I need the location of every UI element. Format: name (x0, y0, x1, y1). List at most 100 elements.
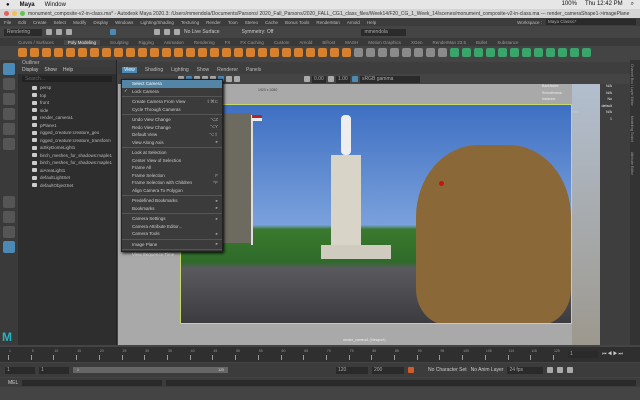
view-transform-dropdown[interactable]: sRGB gamma (360, 75, 420, 83)
shelf-tool-icon[interactable] (462, 48, 471, 57)
current-frame-field[interactable]: 1 (568, 351, 598, 358)
character-set-dropdown[interactable]: No Character Set (428, 367, 467, 373)
save-scene-icon[interactable] (66, 29, 72, 35)
user-dropdown[interactable]: mmendola (361, 28, 407, 36)
menu-windows[interactable]: Windows (115, 20, 133, 25)
shelf-tool-icon[interactable] (162, 48, 171, 57)
shelf-tool-icon[interactable] (66, 48, 75, 57)
shelf-tool-icon[interactable] (282, 48, 291, 57)
paint-select-icon[interactable] (3, 93, 15, 105)
range-slider-bar[interactable]: 1 120 (73, 367, 228, 373)
shelf-tool-icon[interactable] (294, 48, 303, 57)
menu-lightingshading[interactable]: Lighting/Shading (140, 20, 174, 25)
shelf-tab[interactable]: Motion Graphics (368, 40, 401, 45)
zoom-button[interactable] (20, 11, 25, 16)
shelf-tool-icon[interactable] (378, 48, 387, 57)
clock[interactable]: Thu 12:42 PM (585, 1, 623, 8)
modelling-toolkit-tab[interactable]: Modelling Toolkit (630, 116, 634, 142)
shelf-tool-icon[interactable] (18, 48, 27, 57)
shelf-tool-icon[interactable] (78, 48, 87, 57)
shelf-tool-icon[interactable] (498, 48, 507, 57)
shelf-tool-icon[interactable] (438, 48, 447, 57)
shelf-tool-icon[interactable] (402, 48, 411, 57)
menu-help[interactable]: Help (367, 20, 376, 25)
shelf-tool-icon[interactable] (342, 48, 351, 57)
lasso-tool-icon[interactable] (3, 78, 15, 90)
shelf-tool-icon[interactable] (186, 48, 195, 57)
outliner-item[interactable]: pPlane1 (18, 122, 116, 130)
outliner-item[interactable]: aiAreaLight1 (18, 167, 116, 175)
outliner-item[interactable]: persp (18, 84, 116, 92)
apple-icon[interactable]: ● (6, 2, 10, 8)
shelf-tool-icon[interactable] (390, 48, 399, 57)
shelf-tool-icon[interactable] (114, 48, 123, 57)
gamma-field[interactable]: 1.00 (336, 75, 350, 83)
shelf-tab[interactable]: Arnold (299, 40, 312, 45)
new-scene-icon[interactable] (46, 29, 52, 35)
battery-status[interactable]: 100% (562, 1, 577, 8)
shelf-tool-icon[interactable] (426, 48, 435, 57)
auto-key-icon[interactable] (408, 367, 414, 373)
shelf-tool-icon[interactable] (54, 48, 63, 57)
single-perspective-layout-icon[interactable] (3, 196, 15, 208)
view-menu-item[interactable]: Align Camera To Polygon (122, 187, 222, 195)
shelf-tab[interactable]: XGen (411, 40, 423, 45)
select-mode-icon[interactable] (110, 29, 116, 35)
shelf-tab[interactable]: Sculpting (110, 40, 129, 45)
menu-texturing[interactable]: Texturing (181, 20, 199, 25)
menu-stereo[interactable]: Stereo (245, 20, 258, 25)
shelf-tool-icon[interactable] (270, 48, 279, 57)
outliner-item[interactable]: rigged_creature:creature_geo (18, 129, 116, 137)
outliner-item[interactable]: defaultLightSet (18, 174, 116, 182)
shelf-tool-icon[interactable] (582, 48, 591, 57)
shelf-tool-icon[interactable] (510, 48, 519, 57)
panel-menu-view[interactable]: View (122, 67, 137, 73)
shelf-tool-icon[interactable] (414, 48, 423, 57)
workspace-dropdown[interactable]: Maya Classic* (546, 19, 636, 25)
end-time-field[interactable]: 200 (372, 366, 404, 374)
outliner-show-menu[interactable]: Show (44, 67, 57, 74)
mel-label[interactable]: MEL (8, 380, 18, 386)
select-tool-icon[interactable] (3, 63, 15, 75)
view-menu-item[interactable]: View Sequence Time (122, 251, 222, 259)
shelf-tool-icon[interactable] (210, 48, 219, 57)
panel-menu-show[interactable]: Show (197, 67, 210, 73)
panel-menu-renderer[interactable]: Renderer (217, 67, 238, 73)
anim-prefs-icon[interactable] (567, 367, 574, 373)
attribute-editor-tab[interactable]: Attribute Editor (630, 152, 634, 175)
menu-arnold[interactable]: Arnold (347, 20, 360, 25)
panel-menu-panels[interactable]: Panels (246, 67, 261, 73)
shelf-tool-icon[interactable] (474, 48, 483, 57)
shelf-tool-icon[interactable] (138, 48, 147, 57)
view-menu-item[interactable]: Predefined Bookmarks ▸ (122, 197, 222, 205)
shelf-tool-icon[interactable] (570, 48, 579, 57)
view-menu-item[interactable]: Cycle Through Cameras (122, 106, 222, 114)
playback-controls[interactable]: ⏮◀▶⏭ (602, 351, 624, 357)
view-menu-item[interactable]: Camera Tools ▸ (122, 230, 222, 238)
shelf-tab[interactable]: MASH (345, 40, 358, 45)
app-menu[interactable]: Maya (20, 2, 35, 8)
view-menu-item[interactable]: Center View of Selection (122, 157, 222, 165)
shelf-tool-icon[interactable] (198, 48, 207, 57)
shelf-tool-icon[interactable] (450, 48, 459, 57)
shelf-tool-icon[interactable] (522, 48, 531, 57)
live-surface-label[interactable]: No Live Surface (184, 29, 220, 35)
outliner-item[interactable]: aiSkyDomeLight1 (18, 144, 116, 152)
rotate-tool-icon[interactable] (3, 123, 15, 135)
snap-curve-icon[interactable] (164, 29, 170, 35)
view-menu-item[interactable]: Default View ⌥⇧ (122, 131, 222, 139)
scale-tool-icon[interactable] (3, 138, 15, 150)
time-slider[interactable]: 1 5 10 15 20 25 30 35 40 45 50 55 60 65 70 75 80 85 90 95 10… (0, 347, 640, 362)
loop-icon[interactable] (547, 367, 554, 373)
view-menu-item[interactable]: Redo View Change ⌥Y (122, 124, 222, 132)
view-menu-item[interactable]: Look at Selection (122, 149, 222, 157)
outliner-item[interactable]: birch_meshes_for_shadows:maple1 (18, 152, 116, 160)
view-menu-item[interactable]: Create Camera From View ⇧⌘C (122, 98, 222, 106)
shelf-tab[interactable]: Rendering (194, 40, 215, 45)
anim-layer-dropdown[interactable]: No Anim Layer (471, 367, 504, 373)
shelf-tab[interactable]: Poly Modeling (63, 39, 101, 45)
view-menu-item[interactable]: View Along Axis ▸ (122, 139, 222, 147)
view-menu-item[interactable]: Frame All (122, 164, 222, 172)
view-menu-item[interactable]: ✓ Lock Camera (122, 88, 222, 96)
shelf-tool-icon[interactable] (558, 48, 567, 57)
